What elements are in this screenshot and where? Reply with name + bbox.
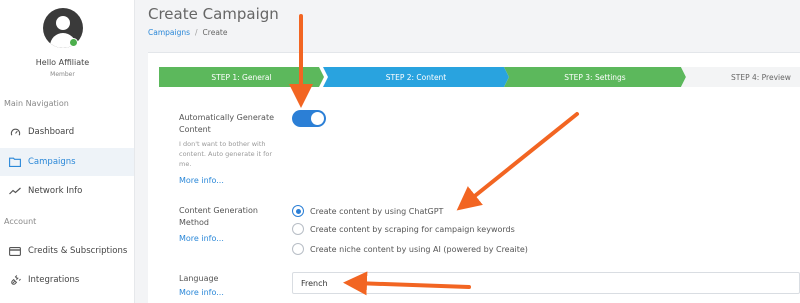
sidebar-item-integrations[interactable]: Integrations <box>0 266 134 294</box>
breadcrumb-separator: / <box>195 28 198 37</box>
wizard-step-general[interactable]: STEP 1: General <box>159 67 324 87</box>
breadcrumb-current: Create <box>202 28 228 37</box>
user-name: Hello Affiliate <box>35 58 90 67</box>
sidebar-item-campaigns[interactable]: Campaigns <box>0 148 134 176</box>
language-select-value: French <box>301 278 328 288</box>
language-more-info-link[interactable]: More info... <box>179 288 224 297</box>
section-account: Account <box>4 217 37 226</box>
plug-icon <box>9 274 21 286</box>
sidebar-item-label: Credits & Subscriptions <box>28 246 128 256</box>
wizard-step-content[interactable]: STEP 2: Content <box>323 67 509 87</box>
credit-card-icon <box>9 245 21 257</box>
language-select[interactable]: French <box>292 272 800 294</box>
auto-generate-toggle[interactable] <box>292 110 326 127</box>
sidebar-item-dashboard[interactable]: Dashboard <box>0 118 134 146</box>
radio-option-label: Create content by scraping for campaign … <box>310 224 515 234</box>
trend-line-icon <box>9 185 21 197</box>
radio-button-checked[interactable] <box>292 205 304 217</box>
breadcrumb-campaigns-link[interactable]: Campaigns <box>148 28 190 37</box>
wizard-step-settings[interactable]: STEP 3: Settings <box>504 67 686 87</box>
auto-generate-help-line2: content. Auto generate it for <box>179 150 273 158</box>
auto-generate-more-info-link[interactable]: More info... <box>179 176 224 185</box>
content-method-label: Content Generation Method <box>179 205 258 229</box>
auto-generate-help: I don't want to bother with content. Aut… <box>179 139 279 169</box>
radio-option-niche-ai[interactable]: Create niche content by using AI (powere… <box>292 243 528 255</box>
auto-generate-label-line1: Automatically Generate <box>179 113 275 122</box>
wizard-step-label: STEP 4: Preview <box>731 72 791 82</box>
radio-option-chatgpt[interactable]: Create content by using ChatGPT <box>292 205 443 217</box>
radio-option-label: Create niche content by using AI (powere… <box>310 244 528 254</box>
sidebar-item-label: Network Info <box>28 186 83 196</box>
wizard-step-label: STEP 3: Settings <box>564 72 626 82</box>
radio-option-label: Create content by using ChatGPT <box>310 206 444 216</box>
section-main-navigation: Main Navigation <box>4 99 69 108</box>
user-role: Member <box>50 71 75 78</box>
radio-button[interactable] <box>292 223 304 235</box>
folder-icon <box>9 156 21 168</box>
wizard-step-label: STEP 1: General <box>211 72 272 82</box>
online-status-icon <box>69 38 78 47</box>
sidebar-item-label: Integrations <box>28 275 80 285</box>
sidebar: Hello Affiliate Member Main Navigation D… <box>0 0 135 303</box>
content-method-label-line1: Content Generation <box>179 206 258 215</box>
radio-button[interactable] <box>292 243 304 255</box>
radio-option-scraping[interactable]: Create content by scraping for campaign … <box>292 223 515 235</box>
wizard-step-preview[interactable]: STEP 4: Preview <box>681 67 800 87</box>
language-label: Language <box>179 274 219 283</box>
sidebar-item-network-info[interactable]: Network Info <box>0 177 134 205</box>
page-title: Create Campaign <box>148 5 279 23</box>
auto-generate-label-line2: Content <box>179 125 211 134</box>
campaign-form-panel <box>148 52 800 303</box>
auto-generate-label: Automatically Generate Content <box>179 112 274 136</box>
dashboard-gauge-icon <box>9 126 21 138</box>
breadcrumb: Campaigns / Create <box>148 28 227 37</box>
wizard-step-label: STEP 2: Content <box>385 72 447 82</box>
sidebar-item-credits-subscriptions[interactable]: Credits & Subscriptions <box>0 237 134 265</box>
sidebar-item-label: Dashboard <box>28 127 75 137</box>
content-method-label-line2: Method <box>179 218 210 227</box>
auto-generate-help-line3: me. <box>179 160 192 168</box>
content-method-more-info-link[interactable]: More info... <box>179 234 224 243</box>
toggle-knob <box>311 112 324 125</box>
auto-generate-help-line1: I don't want to bother with <box>179 140 266 148</box>
sidebar-item-label: Campaigns <box>28 157 76 167</box>
